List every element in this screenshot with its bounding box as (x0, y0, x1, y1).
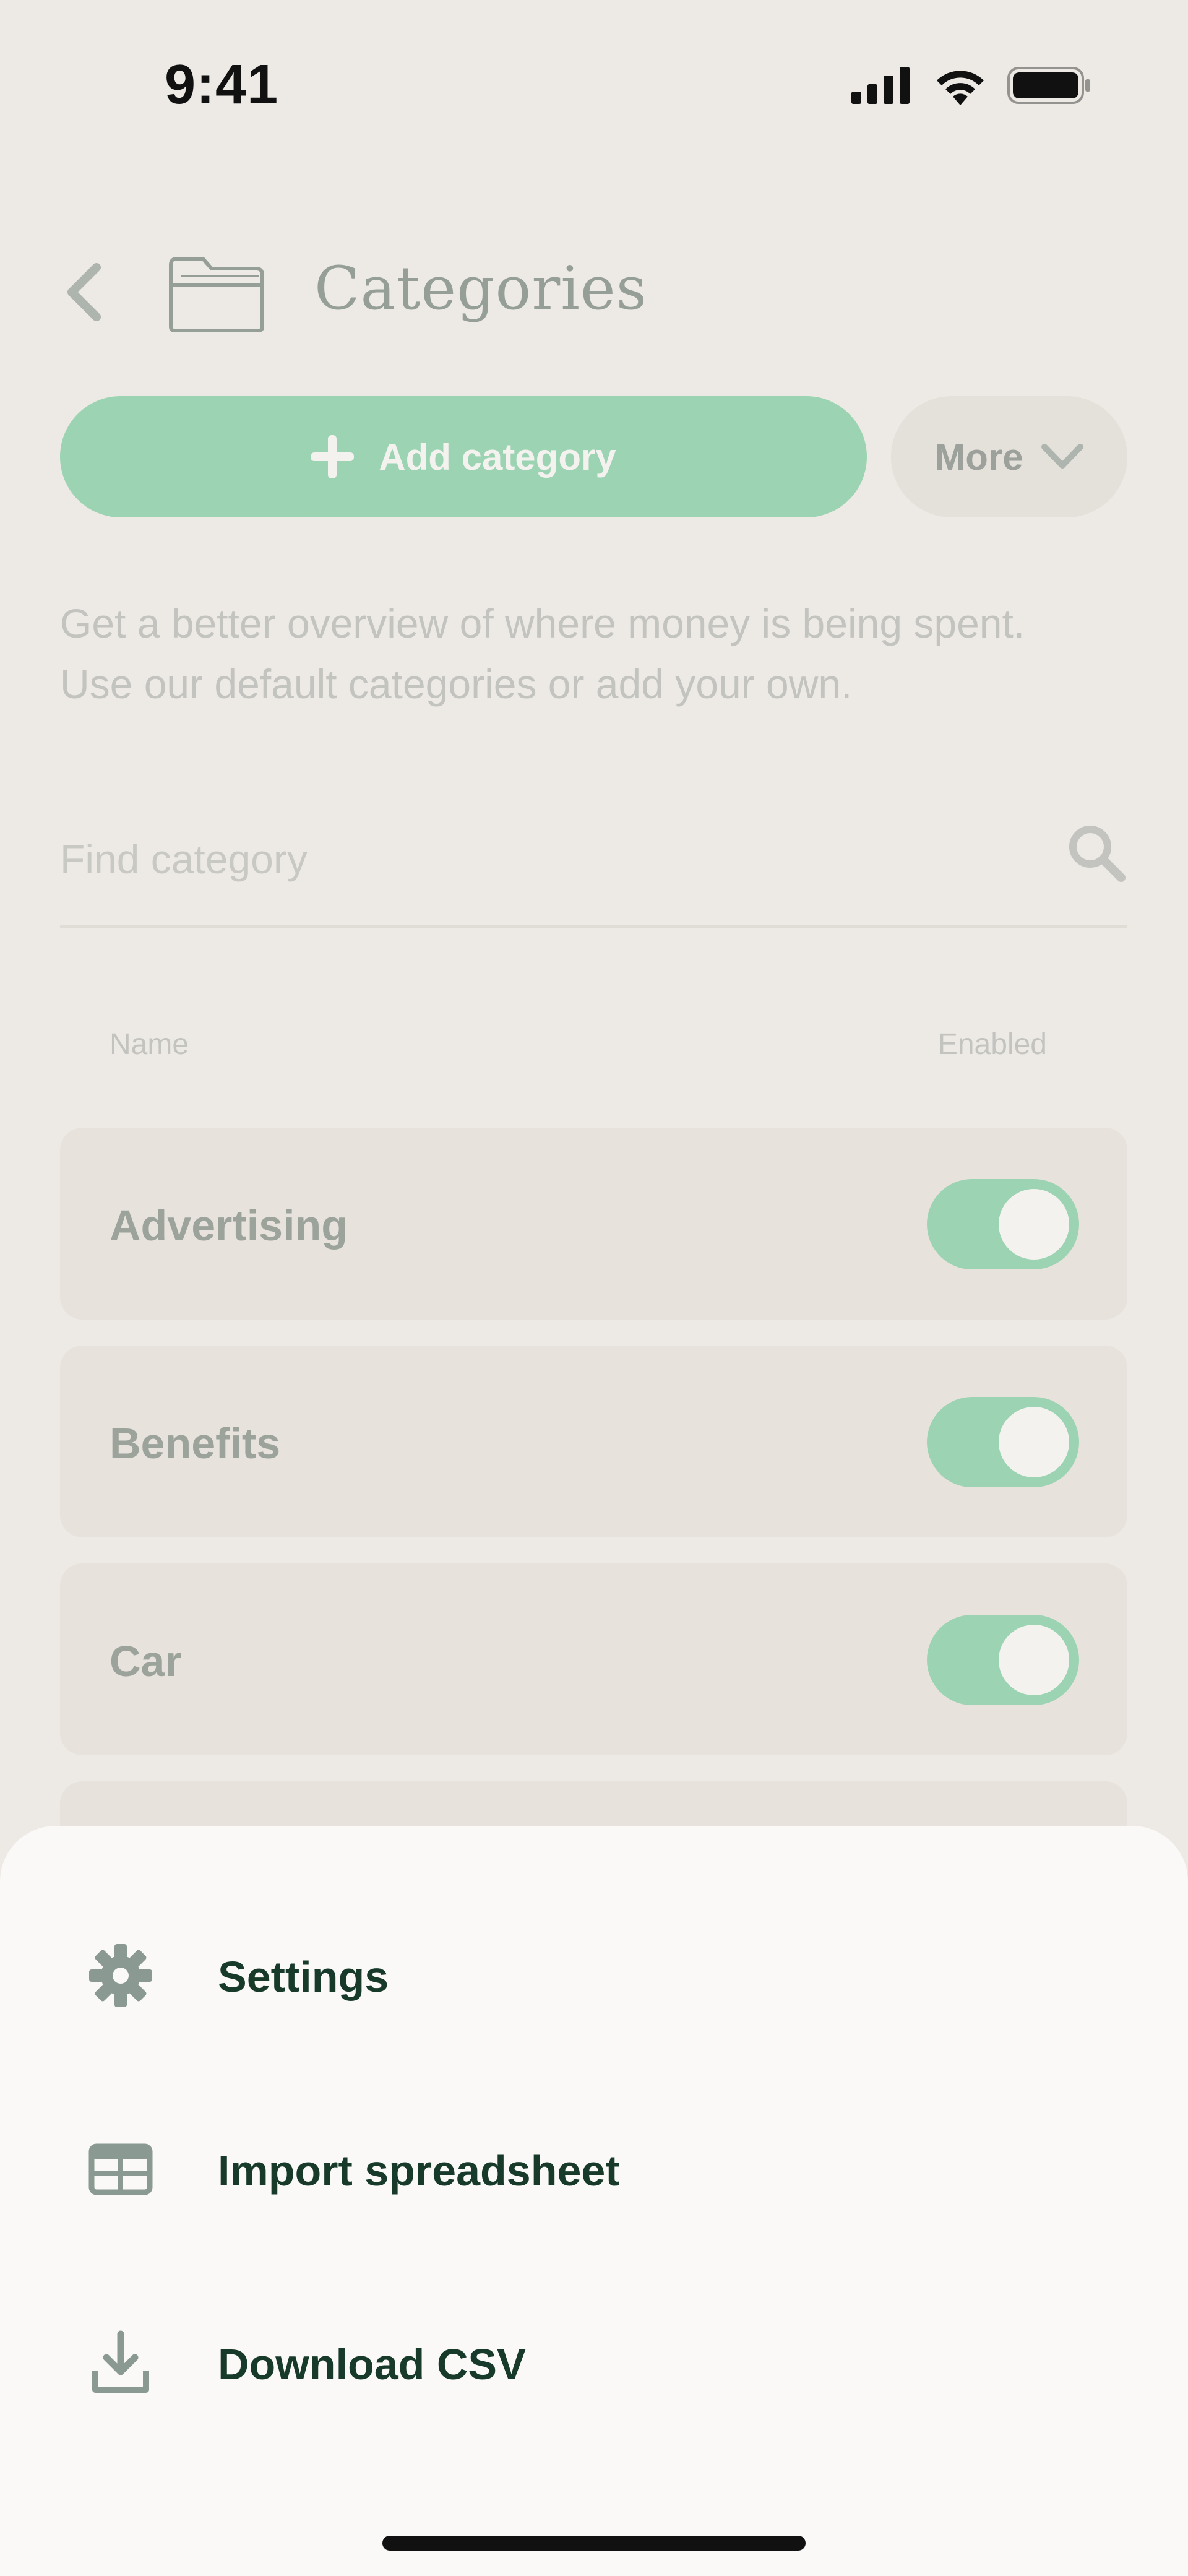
menu-item-label: Settings (218, 1953, 389, 2001)
home-indicator (382, 2536, 806, 2551)
description-line-2: Use our default categories or add your o… (60, 661, 853, 707)
menu-item-import-spreadsheet[interactable]: Import spreadsheet (0, 2089, 1188, 2244)
menu-item-label: Download CSV (218, 2340, 526, 2388)
table-icon (88, 2143, 153, 2195)
category-row[interactable]: Car (60, 1563, 1127, 1755)
category-row[interactable]: Benefits (60, 1346, 1127, 1537)
page-description: Get a better overview of where money is … (60, 593, 1149, 714)
search-icon[interactable] (1065, 822, 1127, 884)
menu-item-download-csv[interactable]: Download CSV (0, 2283, 1188, 2437)
page-title: Categories (314, 254, 647, 323)
menu-item-settings[interactable]: Settings (0, 1895, 1188, 2050)
category-name: Car (110, 1637, 182, 1685)
category-name: Benefits (110, 1419, 281, 1467)
page-header: Categories (0, 235, 1188, 347)
toggle-knob (999, 1407, 1069, 1477)
toggle-knob (999, 1189, 1069, 1260)
more-label: More (934, 436, 1023, 478)
enabled-toggle[interactable] (927, 1615, 1079, 1705)
category-name: Advertising (110, 1201, 348, 1250)
search-input[interactable] (60, 822, 988, 896)
chevron-left-icon[interactable] (59, 261, 109, 323)
category-row[interactable]: Advertising (60, 1128, 1127, 1320)
more-actions-sheet: Settings Import spreadsheet Download CSV (0, 1826, 1188, 2576)
gear-icon (89, 1944, 152, 2007)
description-line-1: Get a better overview of where money is … (60, 600, 1025, 646)
table-header: Name Enabled (60, 1027, 1127, 1065)
toggle-knob (999, 1625, 1069, 1695)
plus-icon (311, 435, 355, 478)
menu-item-label: Import spreadsheet (218, 2146, 620, 2195)
add-category-button[interactable]: Add category (60, 396, 867, 517)
add-category-label: Add category (379, 436, 616, 478)
chevron-down-icon (1041, 444, 1083, 469)
folder-icon (169, 257, 264, 332)
enabled-toggle[interactable] (927, 1179, 1079, 1269)
column-enabled: Enabled (937, 1028, 1047, 1061)
enabled-toggle[interactable] (927, 1397, 1079, 1487)
more-button[interactable]: More (891, 396, 1127, 517)
download-icon (92, 2330, 149, 2393)
column-name: Name (110, 1028, 189, 1061)
search-bar (60, 805, 1127, 928)
